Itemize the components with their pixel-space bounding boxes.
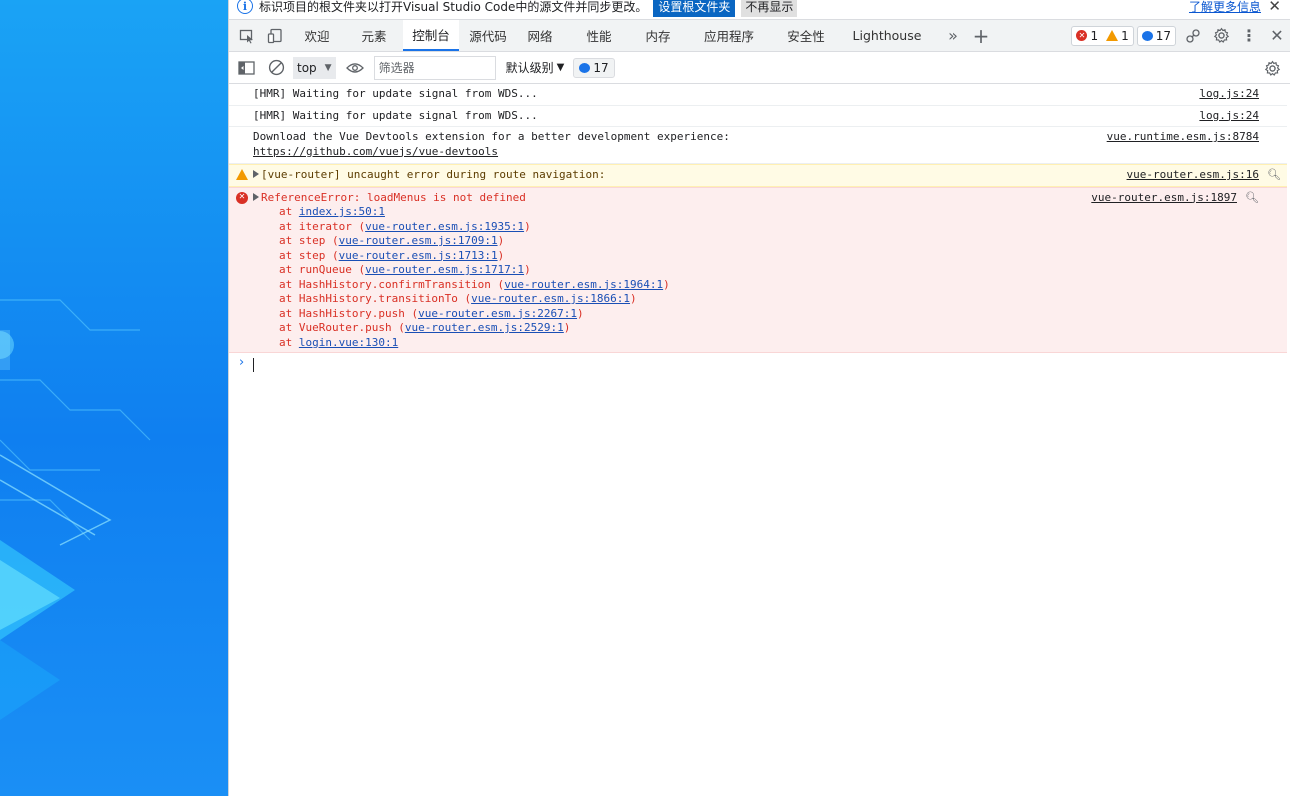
settings-gear-icon[interactable] (1207, 21, 1235, 51)
stack-frame: at VueRouter.push (vue-router.esm.js:252… (279, 321, 571, 334)
text-cursor (253, 358, 254, 372)
tab-performance[interactable]: 性能 (563, 20, 635, 51)
page-background (0, 0, 228, 796)
log-levels-value: 默认级别 (505, 61, 554, 75)
console-message: Download the Vue Devtools extension for … (229, 127, 1287, 164)
tab-memory[interactable]: 内存 (635, 20, 681, 51)
infobar-message: 标识项目的根文件夹以打开Visual Studio Code中的源文件并同步更改… (259, 0, 648, 14)
issues-bubble-icon (579, 62, 591, 73)
stack-frame: at HashHistory.push (vue-router.esm.js:2… (279, 306, 584, 320)
stack-frame: at step (vue-router.esm.js:1709:1) (279, 234, 505, 247)
warning-icon (1106, 30, 1119, 41)
source-link[interactable]: vue.runtime.esm.js:8784 (1107, 130, 1259, 145)
warning-count: 1 (1121, 28, 1129, 43)
connect-icon[interactable] (1179, 21, 1207, 51)
context-value: top (297, 60, 317, 75)
tab-elements[interactable]: 元素 (345, 20, 403, 51)
console-output: [HMR] Waiting for update signal from WDS… (229, 84, 1287, 375)
console-warning: [vue-router] uncaught error during route… (229, 164, 1287, 187)
error-circle-icon: ✕ (236, 191, 248, 204)
stack-frame: at index.js:50:1 (279, 205, 385, 218)
stack-frame-link[interactable]: vue-router.esm.js:1713:1 (339, 249, 498, 262)
prompt-chevron-icon: › (239, 355, 245, 370)
source-link[interactable]: vue-router.esm.js:16 (1127, 168, 1259, 183)
stack-frame: at HashHistory.confirmTransition (vue-ro… (279, 277, 670, 291)
dont-show-again-button[interactable]: 不再显示 (741, 0, 798, 17)
search-icon[interactable]: 🔍︎ (1267, 168, 1281, 183)
close-devtools-icon[interactable]: ✕ (1263, 21, 1290, 51)
infobar-close-icon[interactable]: ✕ (1268, 0, 1281, 15)
tab-console[interactable]: 控制台 (403, 20, 459, 51)
error-count: 1 (1090, 28, 1099, 43)
source-link[interactable]: vue-router.esm.js:1897 (1091, 191, 1237, 206)
search-icon[interactable]: 🔍︎ (1245, 191, 1259, 206)
stack-frame-link[interactable]: vue-router.esm.js:1866:1 (471, 292, 630, 305)
issues-button[interactable]: 17 (573, 57, 615, 78)
circuit-decoration (0, 299, 151, 720)
issues-button-count: 17 (593, 60, 609, 75)
error-icon: ✕ (1076, 30, 1088, 41)
stack-frame: at runQueue (vue-router.esm.js:1717:1) (279, 263, 531, 276)
stack-frame-link[interactable]: vue-router.esm.js:2529:1 (405, 321, 564, 334)
context-selector[interactable]: top ▼ (293, 56, 336, 79)
stack-frame: at login.vue:130:1 (279, 335, 399, 349)
console-settings-icon[interactable] (1257, 53, 1287, 83)
more-tabs-icon[interactable]: » (939, 21, 967, 51)
stack-frame-link[interactable]: vue-router.esm.js:1709:1 (339, 234, 498, 247)
devtools-tabbar: 欢迎 元素 控制台 源代码 网络 性能 内存 应用程序 安全性 Lighthou… (229, 19, 1290, 52)
clear-console-icon[interactable] (261, 53, 291, 83)
console-message: [HMR] Waiting for update signal from WDS… (229, 106, 1287, 127)
inspect-element-icon[interactable] (233, 21, 261, 51)
message-text: [vue-router] uncaught error during route… (261, 168, 606, 181)
sidebar-toggle-icon[interactable] (231, 53, 261, 83)
tab-welcome[interactable]: 欢迎 (289, 20, 345, 51)
console-error: ✕ ReferenceError: loadMenus is not defin… (229, 186, 1287, 353)
console-message: [HMR] Waiting for update signal from WDS… (229, 84, 1287, 106)
expand-arrow-icon[interactable] (253, 192, 259, 201)
issues-icon (1141, 30, 1153, 41)
tab-security[interactable]: 安全性 (777, 20, 835, 51)
tab-application[interactable]: 应用程序 (681, 20, 777, 51)
add-tab-icon[interactable]: + (967, 21, 995, 51)
log-levels-dropdown[interactable]: 默认级别 ▼ (506, 59, 565, 76)
device-toolbar-icon[interactable] (261, 21, 289, 51)
stack-frame: at iterator (vue-router.esm.js:1935:1) (279, 219, 531, 233)
stack-frame-link[interactable]: vue-router.esm.js:1964:1 (504, 278, 663, 291)
message-text: [HMR] Waiting for update signal from WDS… (253, 87, 538, 100)
console-prompt[interactable]: › (229, 353, 1287, 375)
console-toolbar: top ▼ 默认级别 ▼ 17 (229, 52, 1290, 84)
message-text: [HMR] Waiting for update signal from WDS… (253, 108, 538, 122)
expand-arrow-icon[interactable] (253, 170, 259, 178)
tab-sources[interactable]: 源代码 (459, 20, 517, 51)
set-root-folder-button[interactable]: 设置根文件夹 (653, 0, 736, 17)
chevron-down-icon: ▼ (324, 62, 332, 73)
tab-network[interactable]: 网络 (517, 20, 563, 51)
caret-down-icon: ▼ (556, 62, 565, 73)
issues-count: 17 (1155, 28, 1171, 43)
warning-triangle-icon (236, 169, 248, 180)
tab-lighthouse[interactable]: Lighthouse (835, 20, 939, 51)
stack-frame-link[interactable]: vue-router.esm.js:1935:1 (365, 220, 524, 233)
stack-frame-link[interactable]: vue-router.esm.js:1717:1 (365, 263, 524, 276)
stack-frame: at HashHistory.transitionTo (vue-router.… (279, 292, 637, 305)
stack-frame-link[interactable]: vue-router.esm.js:2267:1 (418, 307, 577, 320)
source-link[interactable]: log.js:24 (1199, 109, 1259, 124)
issues-counter[interactable]: 17 (1136, 25, 1176, 46)
filter-input[interactable] (373, 55, 496, 80)
devtools-url-link[interactable]: https://github.com/vuejs/vue-devtools (253, 145, 498, 158)
stack-frame-link[interactable]: login.vue:130:1 (299, 336, 398, 349)
learn-more-link[interactable]: 了解更多信息 (1189, 0, 1261, 15)
live-expression-eye-icon[interactable] (340, 53, 370, 83)
error-warning-counter[interactable]: ✕ 1 1 (1071, 25, 1134, 46)
workspace-infobar: i 标识项目的根文件夹以打开Visual Studio Code中的源文件并同步… (229, 0, 1290, 18)
info-icon: i (237, 0, 253, 14)
error-text: ReferenceError: loadMenus is not defined (261, 190, 526, 204)
devtools-panel: i 标识项目的根文件夹以打开Visual Studio Code中的源文件并同步… (228, 0, 1290, 796)
stack-frame: at step (vue-router.esm.js:1713:1) (279, 248, 505, 262)
stack-frame-link[interactable]: index.js:50:1 (299, 205, 385, 218)
source-link[interactable]: log.js:24 (1199, 87, 1259, 102)
more-options-icon[interactable]: ⋮ (1235, 21, 1263, 51)
